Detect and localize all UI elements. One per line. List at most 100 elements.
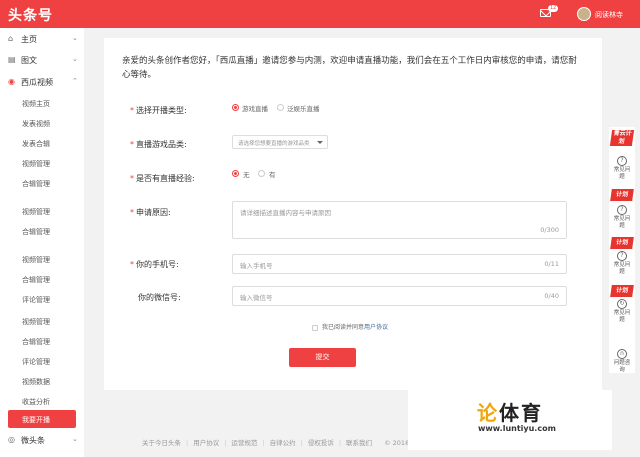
sidebar-item-revenue[interactable]: 收益分析 — [0, 392, 84, 410]
option-game-live[interactable]: 游戏直播 — [242, 103, 268, 113]
faq-label[interactable]: 常见问题 — [613, 310, 631, 324]
radio-has-experience[interactable] — [258, 170, 265, 177]
sidebar-item-label: 合辑管理 — [22, 180, 50, 188]
right-float-bar: 青云计划 ? 常见问题 计划 ? 常见问题 计划 ? 常见问题 计划 ↻ 常见问… — [609, 127, 635, 373]
sidebar-item-label: 视频管理 — [22, 256, 50, 264]
radio-entertainment-live[interactable] — [277, 104, 284, 111]
sidebar-group-weitoutiao[interactable]: ◎ 微头条 ⌄ — [0, 431, 84, 449]
plan-tag[interactable]: 计划 — [610, 237, 634, 249]
sidebar-item-video-manage[interactable]: 视频管理 — [0, 202, 84, 220]
phone-char-count: 0/11 — [544, 260, 559, 268]
feedback-icon[interactable]: ↻ — [617, 299, 627, 309]
sidebar-group-xigua[interactable]: ◉ 西瓜视频 ⌃ — [0, 73, 84, 91]
app-logo[interactable]: 头条号 — [8, 5, 53, 25]
sidebar-item-publish-video[interactable]: 发表视频 — [0, 114, 84, 132]
sidebar-item-collection-manage[interactable]: 合辑管理 — [0, 332, 84, 350]
sidebar-group-label: 微头条 — [21, 436, 45, 445]
caret-down-icon — [317, 141, 323, 144]
watermark-url: www.luntiyu.com — [478, 424, 556, 433]
help-icon[interactable]: ? — [617, 156, 627, 166]
footer-link-about[interactable]: 关于今日头条 — [142, 439, 181, 447]
faq-label[interactable]: 常见问题 — [613, 216, 631, 230]
reason-label: * 申请原因: — [130, 208, 171, 217]
agree-text: 我已阅读并同意 — [322, 324, 365, 331]
footer-link-contact[interactable]: 联系我们 — [346, 439, 372, 447]
experience-label: * 是否有直播经验: — [130, 174, 195, 183]
footer-link-self-discipline[interactable]: 自律公约 — [270, 439, 296, 447]
sidebar-item-label: 视频主页 — [22, 100, 50, 108]
sidebar-item-collection-manage[interactable]: 合辑管理 — [0, 174, 84, 192]
help-icon[interactable]: ? — [617, 251, 627, 261]
reason-placeholder: 请详细描述直播内容与申请原因 — [240, 209, 331, 217]
intro-text: 亲爱的头条创作者您好，「西瓜直播」邀请您参与内测，欢迎申请直播功能，我们会在五个… — [122, 56, 577, 80]
sidebar-item-label: 收益分析 — [22, 398, 50, 406]
phone-input[interactable]: 输入手机号 0/11 — [232, 254, 567, 274]
footer-copyright: © 2018 — [384, 439, 410, 447]
sidebar-group-label: 西瓜视频 — [21, 78, 53, 87]
sidebar-item-comment-manage[interactable]: 评论管理 — [0, 290, 84, 308]
sidebar-item-video-manage[interactable]: 视频管理 — [0, 312, 84, 330]
sidebar-item-collection-manage[interactable]: 合辑管理 — [0, 270, 84, 288]
agree-checkbox[interactable] — [312, 324, 318, 331]
game-category-select[interactable]: 请选择您想要直播的游戏品类 — [232, 135, 328, 149]
sidebar-group-home[interactable]: ⌂ 主页 ⌄ — [0, 30, 84, 48]
qingyun-plan-tag[interactable]: 青云计划 — [609, 130, 635, 146]
help-icon[interactable]: ? — [617, 205, 627, 215]
footer: 关于今日头条 | 用户协议 | 运营规范 | 自律公约 | 侵权投诉 | 联系我们 © 2018 — [142, 439, 410, 447]
sidebar-item-video-home[interactable]: 视频主页 — [0, 94, 84, 112]
user-name[interactable]: 阅读林寺 — [595, 10, 623, 20]
sidebar-item-label: 视频管理 — [22, 208, 50, 216]
sidebar-item-label: 合辑管理 — [22, 276, 50, 284]
chevron-down-icon: ⌄ — [72, 55, 78, 63]
sidebar-group-label: 主页 — [21, 35, 37, 44]
plan-tag[interactable]: 计划 — [610, 189, 634, 201]
consult-label[interactable]: 问题咨询 — [613, 360, 631, 374]
sidebar-item-label: 视频管理 — [22, 160, 50, 168]
sidebar-item-video-manage[interactable]: 视频管理 — [0, 154, 84, 172]
submit-button[interactable]: 提交 — [289, 348, 356, 367]
category-label: * 直播游戏品类: — [130, 140, 187, 149]
sidebar-item-label: 评论管理 — [22, 358, 50, 366]
footer-link-rules[interactable]: 运营规范 — [231, 439, 257, 447]
radio-game-live[interactable] — [232, 104, 239, 111]
sidebar: ⌂ 主页 ⌄ ▤ 图文 ⌄ ◉ 西瓜视频 ⌃ 视频主页 发表视频 发表合辑 视频… — [0, 28, 84, 457]
user-agreement-link[interactable]: 用户协议 — [364, 324, 388, 331]
sidebar-group-label: 图文 — [21, 56, 37, 65]
sidebar-item-label: 发表视频 — [22, 120, 50, 128]
plan-tag[interactable]: 计划 — [610, 285, 634, 297]
chevron-down-icon: ⌄ — [72, 435, 78, 443]
chevron-down-icon: ⌄ — [72, 34, 78, 42]
sidebar-item-video-manage[interactable]: 视频管理 — [0, 250, 84, 268]
reason-textarea[interactable]: 请详细描述直播内容与申请原因 0/300 — [232, 201, 567, 239]
watermark-logo: 论体育 — [477, 401, 543, 425]
avatar[interactable] — [577, 7, 591, 21]
option-yes[interactable]: 有 — [269, 169, 276, 179]
footer-link-user-agreement[interactable]: 用户协议 — [193, 439, 219, 447]
faq-label[interactable]: 常见问题 — [613, 167, 631, 181]
sidebar-item-comment-manage[interactable]: 评论管理 — [0, 352, 84, 370]
option-no[interactable]: 无 — [243, 169, 250, 179]
wechat-input[interactable]: 输入微信号 0/40 — [232, 286, 567, 306]
sidebar-item-label: 评论管理 — [22, 296, 50, 304]
radio-no-experience[interactable] — [232, 170, 239, 177]
watermark: 论体育 www.luntiyu.com — [408, 390, 612, 450]
sidebar-group-article[interactable]: ▤ 图文 ⌄ — [0, 51, 84, 69]
home-icon: ⌂ — [8, 34, 14, 43]
sidebar-item-collection-manage[interactable]: 合辑管理 — [0, 222, 84, 240]
wechat-placeholder: 输入微信号 — [240, 294, 273, 302]
live-apply-card: 亲爱的头条创作者您好，「西瓜直播」邀请您参与内测，欢迎申请直播功能，我们会在五个… — [104, 38, 602, 390]
xigua-video-icon: ◉ — [8, 77, 15, 86]
reason-char-count: 0/300 — [540, 226, 559, 234]
top-bar: 头条号 12 阅读林寺 — [0, 0, 640, 28]
headset-icon[interactable]: ∩ — [617, 349, 627, 359]
sidebar-item-go-live[interactable]: 我要开播 — [8, 410, 76, 428]
sidebar-item-publish-collection[interactable]: 发表合辑 — [0, 134, 84, 152]
sidebar-item-label: 视频数据 — [22, 378, 50, 386]
faq-label[interactable]: 常见问题 — [613, 262, 631, 276]
phone-label: * 你的手机号: — [130, 260, 179, 269]
footer-link-infringement[interactable]: 侵权投诉 — [308, 439, 334, 447]
weitoutiao-icon: ◎ — [8, 435, 15, 444]
sidebar-item-video-data[interactable]: 视频数据 — [0, 372, 84, 390]
phone-placeholder: 输入手机号 — [240, 262, 273, 270]
option-entertainment-live[interactable]: 泛娱乐直播 — [287, 103, 320, 113]
